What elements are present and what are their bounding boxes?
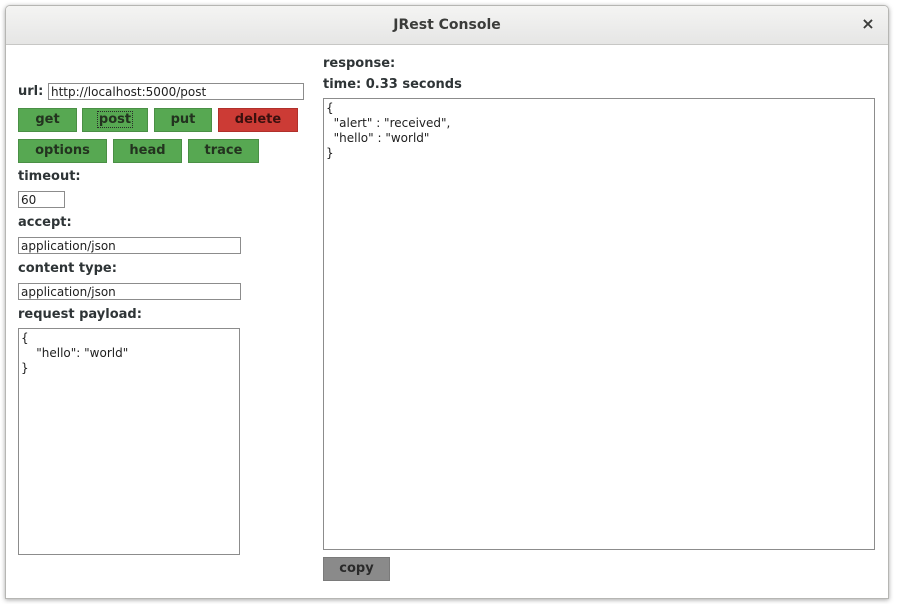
- content-type-input[interactable]: [18, 283, 241, 300]
- response-textarea[interactable]: { "alert" : "received", "hello" : "world…: [323, 98, 875, 550]
- url-label: url:: [18, 84, 44, 99]
- close-icon[interactable]: ×: [859, 15, 877, 33]
- options-button-label: options: [35, 143, 90, 158]
- post-button-label: post: [96, 111, 134, 128]
- delete-button-label: delete: [234, 112, 282, 127]
- timeout-input[interactable]: [18, 191, 65, 208]
- payload-textarea[interactable]: { "hello": "world" }: [18, 328, 240, 555]
- accept-input[interactable]: [18, 237, 241, 254]
- timeout-label: timeout:: [18, 169, 81, 184]
- accept-label: accept:: [18, 215, 72, 230]
- response-time: time: 0.33 seconds: [323, 77, 462, 92]
- app-window: JRest Console × url: get post put delete…: [5, 5, 889, 599]
- copy-button-label: copy: [339, 561, 374, 576]
- response-label: response:: [323, 56, 396, 71]
- window-title: JRest Console: [393, 17, 501, 33]
- title-bar: JRest Console ×: [6, 6, 888, 45]
- trace-button[interactable]: trace: [188, 139, 259, 163]
- post-button[interactable]: post: [82, 108, 148, 132]
- copy-button[interactable]: copy: [323, 557, 390, 581]
- content-type-label: content type:: [18, 261, 117, 276]
- head-button[interactable]: head: [113, 139, 182, 163]
- head-button-label: head: [129, 143, 166, 158]
- get-button[interactable]: get: [18, 108, 77, 132]
- put-button-label: put: [170, 112, 196, 127]
- get-button-label: get: [35, 112, 60, 127]
- trace-button-label: trace: [204, 143, 243, 158]
- url-input[interactable]: [48, 83, 304, 100]
- delete-button[interactable]: delete: [218, 108, 298, 132]
- options-button[interactable]: options: [18, 139, 107, 163]
- payload-label: request payload:: [18, 307, 142, 322]
- put-button[interactable]: put: [154, 108, 212, 132]
